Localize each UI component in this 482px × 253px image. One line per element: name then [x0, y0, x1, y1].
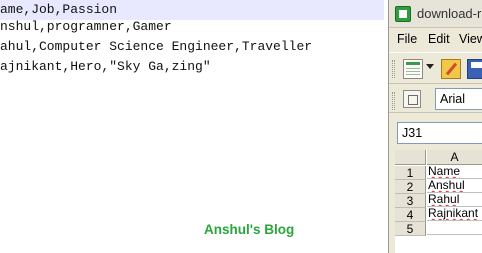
window-title: download-re [417, 6, 482, 21]
formatting-toolbar: Arial [389, 85, 482, 113]
toolbar-grip[interactable] [392, 60, 395, 78]
column-header-a[interactable]: A [427, 150, 482, 165]
text-editor[interactable]: ame,Job,Passion nshul,programner,Gamer a… [0, 0, 384, 253]
cell-a1-text: Name [428, 165, 461, 178]
save-icon[interactable] [467, 59, 482, 79]
title-bar[interactable]: download-re [389, 0, 482, 28]
name-box[interactable]: J31 [397, 122, 482, 144]
cell-a4-text: Rajnikant [428, 207, 479, 220]
cell-a3[interactable]: Rahul [427, 193, 482, 207]
dropdown-arrow-icon[interactable] [426, 64, 434, 69]
toolbar-grip[interactable] [392, 92, 395, 110]
menu-edit[interactable]: Edit [428, 32, 450, 46]
menu-file[interactable]: File [397, 32, 417, 46]
row-header-4[interactable]: 4 [395, 208, 426, 222]
styles-icon[interactable] [403, 90, 421, 108]
editor-line-4[interactable]: ajnikant,Hero,"Sky Ga,zing" [0, 57, 211, 77]
blog-watermark: Anshul's Blog [204, 222, 295, 237]
editor-line-2[interactable]: nshul,programner,Gamer [0, 17, 172, 37]
menu-view[interactable]: View [459, 32, 482, 46]
spreadsheet-window: download-re File Edit View Arial J31 A 1… [388, 0, 482, 253]
cell-a1[interactable]: Name [427, 165, 482, 179]
cell-a4[interactable]: Rajnikant [427, 207, 482, 221]
cell-a2[interactable]: Anshul [427, 179, 482, 193]
row-header-2[interactable]: 2 [395, 180, 426, 194]
cell-a3-text: Rahul [428, 193, 460, 206]
row-header-3[interactable]: 3 [395, 194, 426, 208]
row-header-5[interactable]: 5 [395, 222, 426, 236]
font-name-box[interactable]: Arial [435, 88, 482, 110]
editor-line-3[interactable]: ahul,Computer Science Engineer,Traveller [0, 37, 312, 57]
menu-bar: File Edit View [389, 29, 482, 51]
new-document-icon[interactable] [403, 59, 423, 79]
app-icon [395, 6, 411, 22]
row-header-1[interactable]: 1 [395, 166, 426, 180]
formula-bar: J31 [389, 114, 482, 148]
sheet-grid: A 1 Name 2 Anshul 3 Rahul 4 Rajnikant 5 [389, 150, 482, 253]
select-all-corner[interactable] [395, 150, 426, 165]
cell-a2-text: Anshul [428, 179, 465, 192]
cell-a5[interactable] [427, 221, 482, 235]
edit-file-icon[interactable] [441, 59, 461, 79]
standard-toolbar [389, 52, 482, 84]
